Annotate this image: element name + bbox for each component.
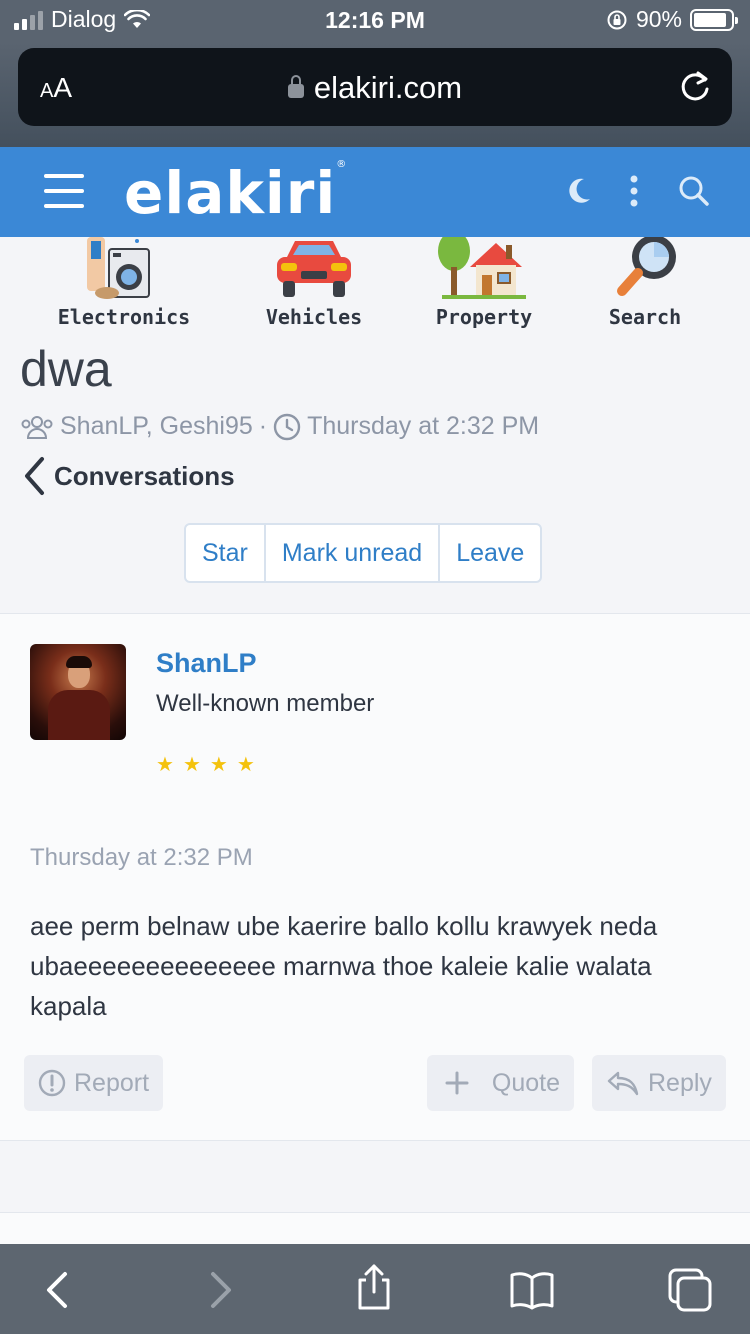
moon-icon[interactable] bbox=[562, 173, 598, 209]
alert-icon bbox=[38, 1069, 66, 1097]
car-icon bbox=[277, 241, 351, 297]
post-body: aee perm belnaw ube kaerire ballo kollu … bbox=[30, 911, 658, 1021]
forward-icon[interactable] bbox=[196, 1266, 244, 1314]
star-icon: ★ bbox=[182, 754, 201, 776]
rating-stars: ★ ★ ★ ★ bbox=[156, 752, 255, 777]
back-to-conversations-link[interactable]: Conversations bbox=[22, 456, 235, 496]
reload-icon[interactable] bbox=[676, 68, 714, 106]
back-icon[interactable] bbox=[34, 1266, 82, 1314]
magnifier-icon bbox=[617, 237, 676, 296]
address-bar[interactable]: AA elakiri.com bbox=[18, 48, 732, 126]
report-button[interactable]: Report bbox=[24, 1055, 164, 1111]
back-label: Conversations bbox=[54, 460, 235, 491]
post-author[interactable]: ShanLP bbox=[156, 648, 257, 679]
rotation-lock-icon bbox=[607, 10, 627, 29]
star-icon: ★ bbox=[209, 754, 228, 776]
meta-separator: · bbox=[258, 412, 268, 440]
message-post: ShanLP Well-known member ★ ★ ★ ★ Thursday a… bbox=[0, 613, 750, 1141]
browser-chrome: AA elakiri.com bbox=[0, 42, 750, 147]
site-header: elakiri® bbox=[0, 147, 750, 237]
share-icon[interactable] bbox=[350, 1262, 398, 1310]
post-date[interactable]: Thursday at 2:32 PM bbox=[30, 844, 253, 872]
mark-unread-button[interactable]: Mark unread bbox=[266, 525, 441, 581]
category-property[interactable]: Property bbox=[399, 237, 569, 329]
category-search[interactable]: Search bbox=[560, 237, 730, 329]
reply-icon bbox=[607, 1071, 639, 1096]
conversation-actions: Star Mark unread Leave bbox=[184, 523, 543, 583]
site-logo[interactable]: elakiri® bbox=[124, 159, 347, 227]
reply-button[interactable]: Reply bbox=[592, 1055, 726, 1111]
menu-icon[interactable] bbox=[44, 174, 84, 208]
lock-icon bbox=[287, 75, 304, 98]
thread-date: Thursday at 2:32 PM bbox=[307, 412, 540, 440]
author-title: Well-known member bbox=[156, 690, 375, 717]
battery-icon bbox=[690, 8, 738, 31]
leave-button[interactable]: Leave bbox=[440, 525, 540, 581]
users-icon bbox=[21, 415, 53, 439]
url-text: elakiri.com bbox=[313, 70, 463, 105]
category-strip: Electronics Vehicles Property Search bbox=[0, 237, 750, 337]
house-icon bbox=[438, 237, 526, 299]
search-icon[interactable] bbox=[676, 173, 712, 209]
avatar[interactable] bbox=[30, 644, 126, 740]
tabs-icon[interactable] bbox=[666, 1266, 714, 1314]
star-icon: ★ bbox=[156, 754, 174, 776]
category-electronics[interactable]: Electronics bbox=[39, 237, 209, 329]
quote-button[interactable]: Quote bbox=[427, 1055, 574, 1111]
more-options-icon[interactable] bbox=[616, 173, 652, 209]
clock-icon bbox=[273, 413, 301, 440]
browser-toolbar bbox=[0, 1244, 750, 1334]
plus-icon bbox=[445, 1071, 469, 1095]
battery-percent: 90% bbox=[635, 6, 682, 32]
thread-meta: ShanLP, Geshi95 · Thursday at 2:32 PM bbox=[20, 412, 539, 441]
participants[interactable]: ShanLP, Geshi95 bbox=[60, 412, 253, 441]
electronics-icon bbox=[87, 237, 150, 299]
bookmarks-icon[interactable] bbox=[508, 1266, 556, 1314]
star-button[interactable]: Star bbox=[186, 525, 266, 581]
status-bar: Dialog 12:16 PM 90% bbox=[0, 0, 750, 42]
chevron-left-icon bbox=[25, 457, 44, 495]
star-icon: ★ bbox=[236, 754, 255, 776]
category-vehicles[interactable]: Vehicles bbox=[229, 237, 399, 329]
page-title: dwa bbox=[20, 341, 112, 397]
